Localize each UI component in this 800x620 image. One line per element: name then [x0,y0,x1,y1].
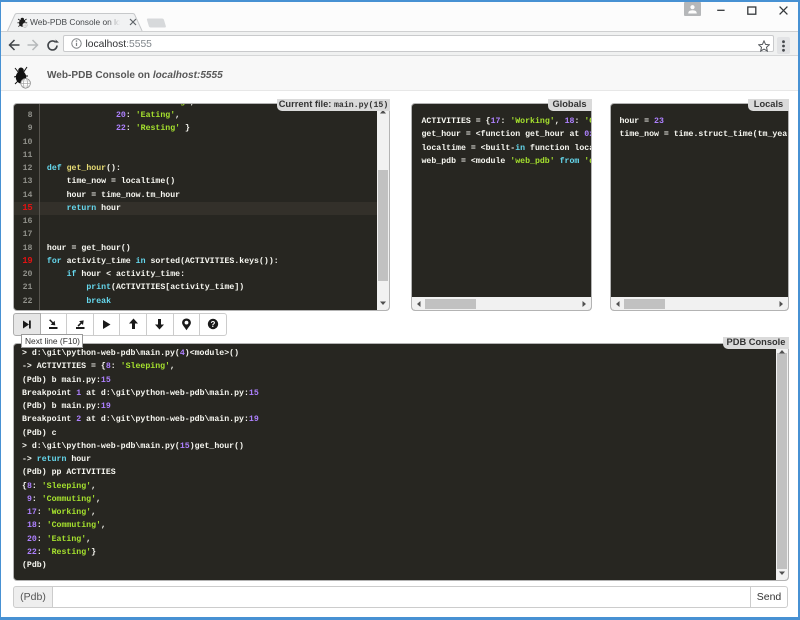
svg-text:?: ? [211,320,216,329]
